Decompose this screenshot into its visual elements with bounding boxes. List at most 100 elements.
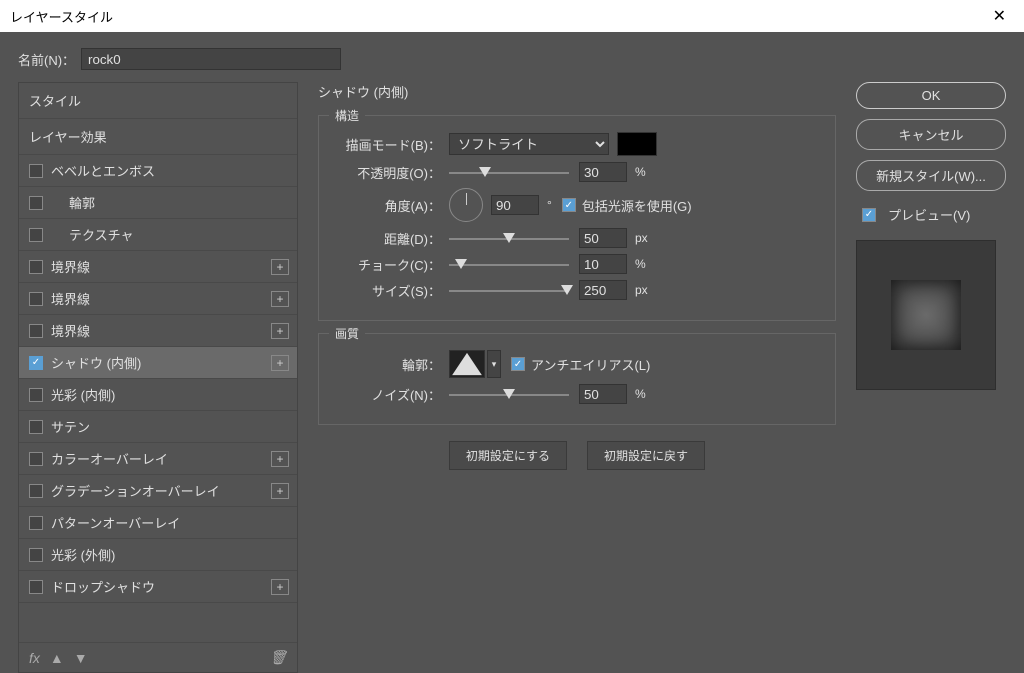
name-input[interactable]	[81, 48, 341, 70]
style-item[interactable]: テクスチャ	[19, 219, 297, 251]
shadow-color-swatch[interactable]	[617, 132, 657, 156]
style-label: 光彩 (内側)	[51, 385, 289, 404]
style-label: シャドウ (内側)	[51, 353, 271, 372]
style-checkbox[interactable]	[29, 580, 43, 594]
angle-dial[interactable]	[449, 188, 483, 222]
fx-icon[interactable]: fx	[29, 650, 40, 666]
style-item[interactable]: 光彩 (内側)	[19, 379, 297, 411]
noise-input[interactable]	[579, 384, 627, 404]
antialias-checkbox[interactable]	[511, 357, 525, 371]
preview-checkbox[interactable]	[862, 208, 876, 222]
opacity-slider[interactable]	[449, 164, 569, 180]
style-item[interactable]: 輪郭	[19, 187, 297, 219]
style-checkbox[interactable]	[29, 548, 43, 562]
style-checkbox[interactable]	[29, 420, 43, 434]
trash-icon[interactable]: 🗑	[269, 649, 287, 666]
style-checkbox[interactable]	[29, 388, 43, 402]
add-effect-icon[interactable]: +	[271, 323, 289, 339]
style-label: 輪郭	[51, 193, 289, 212]
choke-unit: %	[635, 257, 646, 271]
distance-input[interactable]	[579, 228, 627, 248]
preview-label: プレビュー(V)	[888, 205, 970, 224]
distance-slider[interactable]	[449, 230, 569, 246]
style-label: サテン	[51, 417, 289, 436]
style-checkbox[interactable]	[29, 324, 43, 338]
add-effect-icon[interactable]: +	[271, 355, 289, 371]
style-checkbox[interactable]	[29, 292, 43, 306]
global-light-label: 包括光源を使用(G)	[582, 196, 692, 215]
noise-label: ノイズ(N)：	[333, 385, 441, 404]
name-row: 名前(N)：	[18, 48, 1006, 70]
size-slider[interactable]	[449, 282, 569, 298]
blend-mode-select[interactable]: ソフトライト	[449, 133, 609, 155]
noise-slider[interactable]	[449, 386, 569, 402]
style-item[interactable]: サテン	[19, 411, 297, 443]
style-item[interactable]: グラデーションオーバーレイ+	[19, 475, 297, 507]
contour-dropdown[interactable]: ▾	[487, 350, 501, 378]
style-checkbox[interactable]	[29, 164, 43, 178]
choke-label: チョーク(C)：	[333, 255, 441, 274]
style-checkbox[interactable]	[29, 516, 43, 530]
new-style-button[interactable]: 新規スタイル(W)...	[856, 160, 1006, 191]
close-icon[interactable]: ✕	[985, 2, 1014, 30]
style-item[interactable]: 境界線+	[19, 251, 297, 283]
style-label: ベベルとエンボス	[51, 161, 289, 180]
style-label: 境界線	[51, 289, 271, 308]
styles-header[interactable]: スタイル	[19, 83, 297, 119]
structure-legend: 構造	[329, 107, 365, 124]
opacity-unit: %	[635, 165, 646, 179]
distance-label: 距離(D)：	[333, 229, 441, 248]
arrow-down-icon[interactable]: ▼	[74, 650, 88, 666]
sidebar-footer: fx ▲ ▼ 🗑	[19, 642, 297, 672]
choke-slider[interactable]	[449, 256, 569, 272]
style-label: 境界線	[51, 321, 271, 340]
add-effect-icon[interactable]: +	[271, 451, 289, 467]
style-item[interactable]: ドロップシャドウ+	[19, 571, 297, 603]
layer-effects-header[interactable]: レイヤー効果	[19, 119, 297, 155]
style-item[interactable]: カラーオーバーレイ+	[19, 443, 297, 475]
angle-unit: °	[547, 198, 552, 212]
name-label: 名前(N)：	[18, 50, 75, 69]
angle-input[interactable]	[491, 195, 539, 215]
style-checkbox[interactable]	[29, 484, 43, 498]
style-label: テクスチャ	[51, 225, 289, 244]
style-label: 境界線	[51, 257, 271, 276]
size-input[interactable]	[579, 280, 627, 300]
style-checkbox[interactable]	[29, 228, 43, 242]
contour-preview[interactable]	[449, 350, 485, 378]
settings-panel: シャドウ (内側) 構造 描画モード(B)： ソフトライト 不透明度(O)： %	[318, 82, 836, 673]
contour-label: 輪郭：	[333, 355, 441, 374]
style-item[interactable]: 境界線+	[19, 315, 297, 347]
add-effect-icon[interactable]: +	[271, 483, 289, 499]
style-item[interactable]: パターンオーバーレイ	[19, 507, 297, 539]
style-checkbox[interactable]	[29, 356, 43, 370]
titlebar: レイヤースタイル ✕	[0, 0, 1024, 32]
add-effect-icon[interactable]: +	[271, 579, 289, 595]
arrow-up-icon[interactable]: ▲	[50, 650, 64, 666]
ok-button[interactable]: OK	[856, 82, 1006, 109]
right-panel: OK キャンセル 新規スタイル(W)... プレビュー(V)	[856, 82, 1006, 673]
quality-group: 画質 輪郭： ▾ アンチエイリアス(L) ノイズ(N)： %	[318, 333, 836, 425]
global-light-checkbox[interactable]	[562, 198, 576, 212]
add-effect-icon[interactable]: +	[271, 291, 289, 307]
style-checkbox[interactable]	[29, 452, 43, 466]
style-label: パターンオーバーレイ	[51, 513, 289, 532]
style-label: ドロップシャドウ	[51, 577, 271, 596]
style-checkbox[interactable]	[29, 260, 43, 274]
choke-input[interactable]	[579, 254, 627, 274]
style-item[interactable]: 光彩 (外側)	[19, 539, 297, 571]
style-label: カラーオーバーレイ	[51, 449, 271, 468]
style-item[interactable]: ベベルとエンボス	[19, 155, 297, 187]
noise-unit: %	[635, 387, 646, 401]
make-default-button[interactable]: 初期設定にする	[449, 441, 567, 470]
style-item[interactable]: シャドウ (内側)+	[19, 347, 297, 379]
angle-label: 角度(A)：	[333, 196, 441, 215]
window-title: レイヤースタイル	[10, 7, 113, 26]
add-effect-icon[interactable]: +	[271, 259, 289, 275]
style-item[interactable]: 境界線+	[19, 283, 297, 315]
opacity-input[interactable]	[579, 162, 627, 182]
style-checkbox[interactable]	[29, 196, 43, 210]
reset-default-button[interactable]: 初期設定に戻す	[587, 441, 705, 470]
cancel-button[interactable]: キャンセル	[856, 119, 1006, 150]
styles-sidebar: スタイル レイヤー効果 ベベルとエンボス輪郭テクスチャ境界線+境界線+境界線+シ…	[18, 82, 298, 673]
